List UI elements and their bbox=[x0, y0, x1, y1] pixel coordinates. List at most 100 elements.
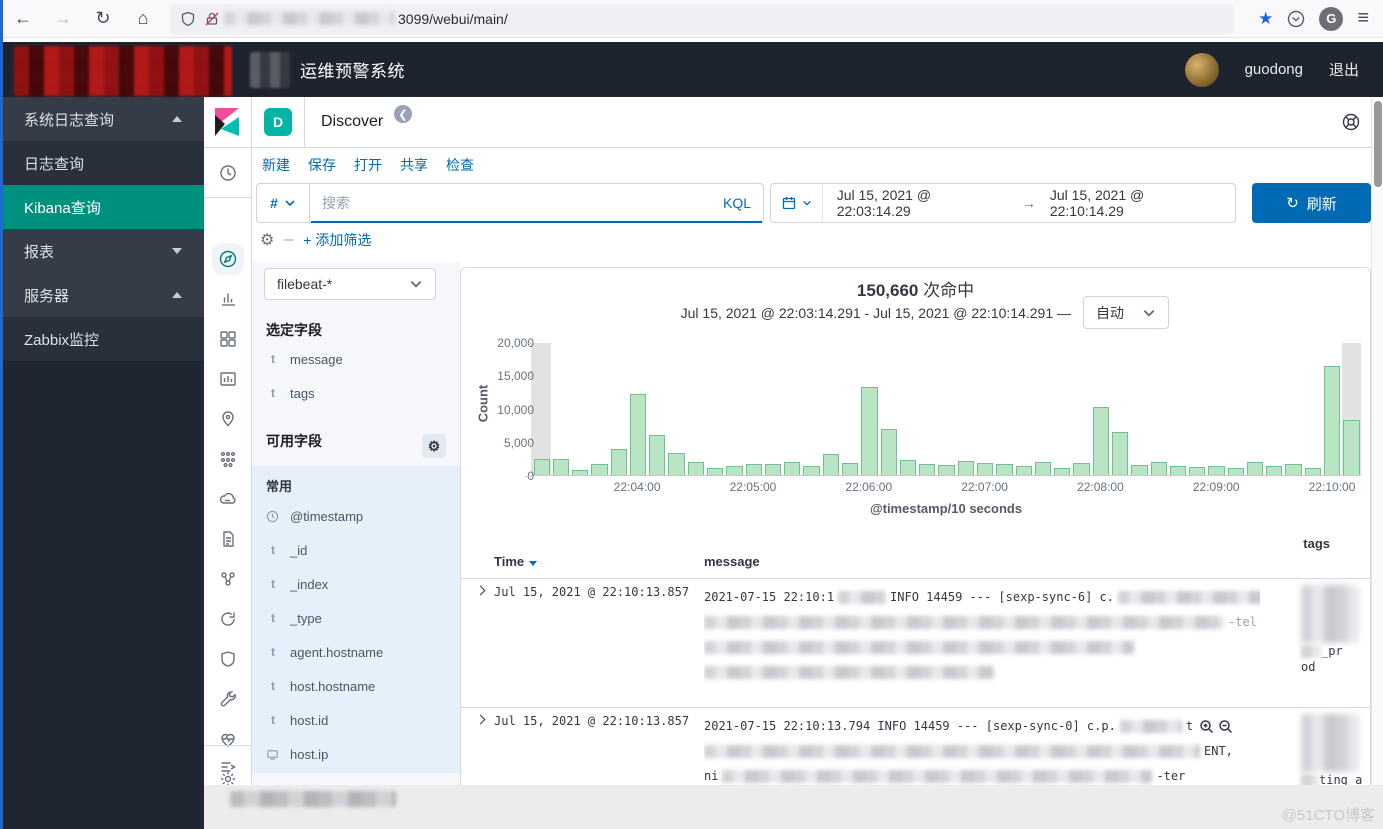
infrastructure-icon[interactable] bbox=[218, 489, 238, 509]
histogram-bucket[interactable] bbox=[763, 343, 782, 475]
field-item-host.ip[interactable]: host.ip bbox=[252, 737, 460, 771]
histogram-plot[interactable] bbox=[531, 343, 1361, 476]
collapse-menu-icon[interactable] bbox=[218, 757, 238, 777]
histogram-bar[interactable] bbox=[977, 463, 993, 475]
histogram-bar[interactable] bbox=[746, 464, 762, 475]
account-avatar[interactable]: G bbox=[1319, 7, 1343, 31]
document-row[interactable]: Jul 15, 2021 @ 22:10:13.8572021-07-15 22… bbox=[461, 708, 1370, 785]
histogram-bar[interactable] bbox=[553, 459, 569, 475]
histogram-bar[interactable] bbox=[823, 454, 839, 475]
histogram-bucket[interactable] bbox=[532, 343, 551, 475]
histogram-bucket[interactable] bbox=[1072, 343, 1091, 475]
search-input[interactable] bbox=[310, 195, 711, 211]
histogram-bar[interactable] bbox=[630, 394, 646, 475]
histogram-bucket[interactable] bbox=[898, 343, 917, 475]
histogram-bar[interactable] bbox=[1093, 407, 1109, 475]
logout-link[interactable]: 退出 bbox=[1329, 59, 1359, 80]
back-icon[interactable]: ← bbox=[6, 5, 40, 33]
histogram-bucket[interactable] bbox=[821, 343, 840, 475]
histogram-bucket[interactable] bbox=[725, 343, 744, 475]
field-settings-gear-icon[interactable]: ⚙ bbox=[422, 434, 446, 458]
expand-row-icon[interactable] bbox=[476, 586, 486, 596]
forward-icon[interactable]: → bbox=[46, 5, 80, 33]
histogram-bucket[interactable] bbox=[628, 343, 647, 475]
scrollbar-thumb[interactable] bbox=[1374, 101, 1382, 187]
siem-icon[interactable] bbox=[218, 649, 238, 669]
time-to[interactable]: Jul 15, 2021 @ 22:10:14.29 bbox=[1036, 187, 1235, 219]
histogram-bar[interactable] bbox=[1324, 366, 1340, 475]
menu-link-保存[interactable]: 保存 bbox=[308, 155, 336, 175]
histogram-bar[interactable] bbox=[1035, 462, 1051, 475]
histogram-bar[interactable] bbox=[803, 466, 819, 475]
insecure-lock-icon[interactable] bbox=[204, 11, 220, 27]
histogram-bar[interactable] bbox=[1343, 420, 1359, 475]
histogram-bar[interactable] bbox=[1054, 468, 1070, 475]
address-bar[interactable]: 3099/webui/main/ bbox=[170, 4, 1234, 34]
menu-link-新建[interactable]: 新建 bbox=[262, 155, 290, 175]
histogram-bar[interactable] bbox=[861, 387, 877, 475]
field-item-@timestamp[interactable]: @timestamp bbox=[252, 499, 460, 533]
sidebar-item-Zabbix监控[interactable]: Zabbix监控 bbox=[0, 317, 204, 361]
histogram-bar[interactable] bbox=[1285, 464, 1301, 475]
collapse-sidebar-button[interactable]: ❮ bbox=[394, 105, 412, 123]
histogram-bucket[interactable] bbox=[1323, 343, 1342, 475]
pocket-icon[interactable] bbox=[1287, 10, 1305, 28]
logs-icon[interactable] bbox=[218, 529, 238, 549]
reload-icon[interactable]: ↻ bbox=[86, 5, 120, 33]
histogram-bucket[interactable] bbox=[1207, 343, 1226, 475]
zoom-in-icon[interactable] bbox=[1199, 719, 1214, 734]
hamburger-menu-icon[interactable]: ≡ bbox=[1357, 7, 1369, 30]
sidebar-item-服务器[interactable]: 服务器 bbox=[0, 273, 204, 317]
histogram-bucket[interactable] bbox=[744, 343, 763, 475]
refresh-button[interactable]: ↻ 刷新 bbox=[1252, 183, 1371, 223]
uptime-icon[interactable] bbox=[218, 609, 238, 629]
histogram-bucket[interactable] bbox=[1168, 343, 1187, 475]
recent-icon[interactable] bbox=[218, 163, 238, 183]
apm-icon[interactable] bbox=[218, 569, 238, 589]
scrollbar[interactable] bbox=[1371, 97, 1383, 785]
histogram-bar[interactable] bbox=[1189, 467, 1205, 475]
histogram-bucket[interactable] bbox=[975, 343, 994, 475]
histogram-bucket[interactable] bbox=[667, 343, 686, 475]
bookmark-star-icon[interactable]: ★ bbox=[1258, 9, 1273, 29]
menu-link-共享[interactable]: 共享 bbox=[400, 155, 428, 175]
histogram-bucket[interactable] bbox=[1091, 343, 1110, 475]
home-icon[interactable]: ⌂ bbox=[126, 5, 160, 33]
histogram-bar[interactable] bbox=[1266, 466, 1282, 475]
histogram-bucket[interactable] bbox=[1342, 343, 1361, 475]
calendar-dropdown[interactable] bbox=[771, 184, 823, 222]
discover-icon[interactable] bbox=[218, 249, 238, 269]
histogram-bucket[interactable] bbox=[860, 343, 879, 475]
histogram-bar[interactable] bbox=[1151, 462, 1167, 475]
histogram-bucket[interactable] bbox=[1014, 343, 1033, 475]
histogram-bar[interactable] bbox=[1016, 466, 1032, 475]
field-item-_index[interactable]: t_index bbox=[252, 567, 460, 601]
histogram-bar[interactable] bbox=[938, 465, 954, 475]
column-header-message[interactable]: message bbox=[704, 554, 760, 569]
field-item-tags[interactable]: ttags bbox=[252, 376, 460, 410]
menu-link-打开[interactable]: 打开 bbox=[354, 155, 382, 175]
histogram-bucket[interactable] bbox=[995, 343, 1014, 475]
histogram-bar[interactable] bbox=[649, 435, 665, 475]
histogram-bar[interactable] bbox=[900, 460, 916, 475]
histogram-bar[interactable] bbox=[996, 464, 1012, 475]
user-avatar[interactable] bbox=[1185, 53, 1219, 87]
histogram-bucket[interactable] bbox=[956, 343, 975, 475]
histogram-bucket[interactable] bbox=[841, 343, 860, 475]
histogram-bar[interactable] bbox=[1131, 465, 1147, 475]
histogram-bucket[interactable] bbox=[551, 343, 570, 475]
histogram-bar[interactable] bbox=[668, 453, 684, 475]
sidebar-item-系统日志查询[interactable]: 系统日志查询 bbox=[0, 97, 204, 141]
dev-tools-icon[interactable] bbox=[218, 689, 238, 709]
histogram-bucket[interactable] bbox=[1110, 343, 1129, 475]
sidebar-item-Kibana查询[interactable]: Kibana查询 bbox=[0, 185, 204, 229]
tracking-shield-icon[interactable] bbox=[180, 11, 196, 27]
histogram-bucket[interactable] bbox=[1303, 343, 1322, 475]
histogram-bar[interactable] bbox=[1170, 466, 1186, 475]
histogram-bar[interactable] bbox=[1208, 466, 1224, 475]
histogram-bar[interactable] bbox=[572, 470, 588, 475]
expand-row-icon[interactable] bbox=[476, 715, 486, 725]
histogram-bar[interactable] bbox=[881, 429, 897, 475]
kql-toggle[interactable]: KQL bbox=[711, 195, 763, 211]
canvas-icon[interactable] bbox=[218, 369, 238, 389]
